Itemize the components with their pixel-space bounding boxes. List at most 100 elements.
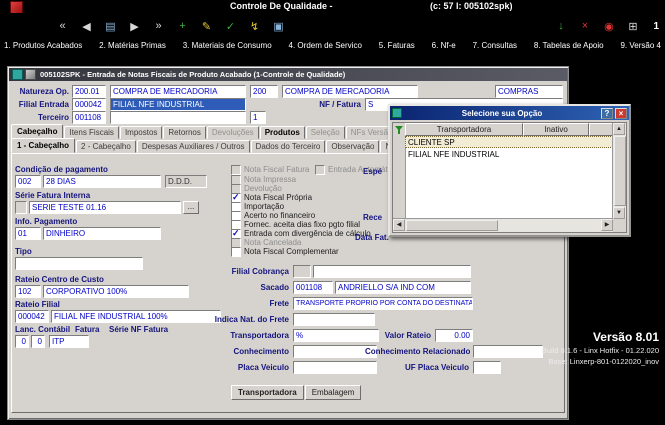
power-icon[interactable]: ◉	[598, 17, 619, 36]
transportadora-field[interactable]: %	[293, 329, 379, 342]
subtab-despesas[interactable]: Despesas Auxiliares / Outros	[137, 140, 250, 153]
first-record-icon[interactable]: «	[52, 17, 73, 36]
vertical-scrollbar[interactable]: ▲ ▼	[612, 123, 626, 219]
serie-fatura-field[interactable]: SERIE TESTE 01.16	[29, 201, 181, 214]
print-icon[interactable]: ▤	[100, 17, 121, 36]
sacado-code-field[interactable]: 001108	[293, 281, 333, 294]
fatura-field[interactable]: 0	[31, 335, 45, 348]
menu-faturas[interactable]: 5. Faturas	[379, 39, 415, 52]
checkbox-box[interactable]	[231, 247, 241, 257]
filial-cobranca-desc-field[interactable]	[313, 265, 471, 278]
tab-devolucoes[interactable]: Devoluções	[207, 126, 259, 139]
frete-field[interactable]: TRANSPORTE PROPRIO POR CONTA DO DESTINAT…	[293, 297, 473, 310]
conhecimento-relacionado-field[interactable]	[473, 345, 543, 358]
terceiro-desc-field[interactable]	[110, 111, 246, 124]
placa-veiculo-field[interactable]	[293, 361, 377, 374]
column-header-transportadora[interactable]: Transportadora	[405, 123, 523, 136]
checkbox-box[interactable]	[315, 165, 325, 175]
scroll-right-icon[interactable]: ▶	[601, 219, 613, 231]
indica-nat-frete-field[interactable]	[293, 313, 375, 326]
prev-record-icon[interactable]: ◀	[76, 17, 97, 36]
rateio-cc-code-field[interactable]: 102	[15, 285, 41, 298]
bottom-tab-transportadora[interactable]: Transportadora	[231, 385, 304, 400]
menu-materiais-consumo[interactable]: 3. Materiais de Consumo	[183, 39, 272, 52]
checkbox-nota-fiscal-complementar[interactable]: Nota Fiscal Complementar	[231, 247, 339, 256]
info-pagamento-desc-field[interactable]: DINHEIRO	[43, 227, 161, 240]
filial-entrada-code-field[interactable]: 000042	[72, 98, 106, 111]
menu-versao4[interactable]: 9. Versão 4	[620, 39, 660, 52]
filial-cobranca-code-field[interactable]	[293, 265, 311, 278]
serie-fatura-code-field[interactable]	[15, 201, 27, 214]
scroll-up-icon[interactable]: ▲	[613, 123, 625, 135]
add-icon[interactable]: +	[172, 17, 193, 36]
subtab-1-cabecalho[interactable]: 1 - Cabeçalho	[11, 138, 75, 153]
info-pagamento-code-field[interactable]: 01	[15, 227, 41, 240]
condicao-pagamento-desc-field[interactable]: 28 DIAS	[43, 175, 161, 188]
terceiro-seq-field[interactable]: 1	[250, 111, 266, 124]
menu-materias-primas[interactable]: 2. Matérias Primas	[99, 39, 166, 52]
natureza-op-desc2-field[interactable]: COMPRA DE MERCADORIA	[282, 85, 418, 98]
tab-impostos[interactable]: Impostos	[120, 126, 162, 139]
scroll-left-icon[interactable]: ◀	[393, 219, 405, 231]
tipo-field[interactable]	[15, 257, 143, 270]
checkbox-box[interactable]	[231, 165, 241, 175]
checkbox-nota-fiscal-fatura[interactable]: Nota Fiscal Fatura	[231, 165, 309, 174]
natureza-op-desc-field[interactable]: COMPRA DE MERCADORIA	[110, 85, 246, 98]
checkbox-entrada-automatica[interactable]: Entrada Automática	[315, 165, 398, 174]
natureza-op-code2-field[interactable]: 200	[250, 85, 278, 98]
menu-consultas[interactable]: 7. Consultas	[473, 39, 517, 52]
checkbox-fornec-dias-fixo[interactable]: Fornec. aceita dias fixo pgto filial	[231, 220, 360, 229]
sacado-desc-field[interactable]: ANDRIELLO S/A IND COM	[335, 281, 471, 294]
tab-cabecalho[interactable]: Cabeçalho	[11, 124, 63, 139]
natureza-op-code-field[interactable]: 200.01	[72, 85, 106, 98]
menu-tabelas-apoio[interactable]: 8. Tabelas de Apoio	[534, 39, 604, 52]
tab-retornos[interactable]: Retornos	[163, 126, 205, 139]
serie-fatura-browse-button[interactable]: ...	[183, 201, 199, 214]
filial-entrada-desc-field[interactable]: FILIAL NFE INDUSTRIAL	[110, 98, 246, 111]
uf-placa-field[interactable]	[473, 361, 501, 374]
lanc-contabil-field[interactable]: 0	[15, 335, 29, 348]
scroll-down-icon[interactable]: ▼	[613, 207, 625, 219]
popup-titlebar[interactable]: Selecione sua Opção ? ×	[390, 106, 629, 120]
subtab-observacao[interactable]: Observação	[326, 140, 379, 153]
checkbox-nota-cancelada[interactable]: Nota Cancelada	[231, 238, 301, 247]
edit-icon[interactable]: ✎	[196, 17, 217, 36]
terceiro-code-field[interactable]: 001108	[72, 111, 106, 124]
rateio-cc-desc-field[interactable]: CORPORATIVO 100%	[43, 285, 189, 298]
valor-rateio-field[interactable]: 0.00	[435, 329, 473, 342]
tools-icon[interactable]: ▣	[268, 17, 289, 36]
menu-nfe[interactable]: 6. Nf-e	[432, 39, 456, 52]
help-button[interactable]: ?	[601, 108, 613, 119]
rateio-filial-desc-field[interactable]: FILIAL NFE INDUSTRIAL 100%	[51, 310, 221, 323]
next-record-icon[interactable]: ▶	[124, 17, 145, 36]
menu-ordem-servico[interactable]: 4. Ordem de Servico	[289, 39, 362, 52]
last-record-icon[interactable]: »	[148, 17, 169, 36]
column-header-inativo[interactable]: Inativo	[523, 123, 589, 136]
vertical-scroll-thumb[interactable]	[614, 136, 626, 206]
export-icon[interactable]: ↓	[550, 17, 571, 36]
rateio-filial-code-field[interactable]: 000042	[15, 310, 49, 323]
ddd-field[interactable]: D.D.D.	[165, 175, 207, 188]
close-icon[interactable]: ×	[615, 108, 627, 119]
checkbox-divergencia-calculo[interactable]: Entrada com divergência de cálculo	[231, 229, 371, 238]
checkbox-nota-fiscal-propria[interactable]: Nota Fiscal Própria	[231, 193, 312, 202]
filter-funnel-icon[interactable]	[395, 126, 403, 134]
menu-produtos-acabados[interactable]: 1. Produtos Acabados	[4, 39, 82, 52]
checkbox-acerto-financeiro[interactable]: Acerto no financeiro	[231, 211, 315, 220]
bottom-tab-embalagem[interactable]: Embalagem	[305, 385, 362, 400]
serie-nf-fatura-field[interactable]: ITP	[49, 335, 89, 348]
horizontal-scroll-thumb[interactable]	[406, 220, 498, 231]
cancel-icon[interactable]: ×	[574, 17, 595, 36]
lightning-icon[interactable]: ↯	[244, 17, 265, 36]
grid-row-filial-nfe-industrial[interactable]: FILIAL NFE INDUSTRIAL	[405, 148, 615, 160]
natureza-op-tipo-field[interactable]: COMPRAS	[495, 85, 563, 98]
tab-selecao[interactable]: Seleção	[306, 126, 345, 139]
subtab-2-cabecalho[interactable]: 2 - Cabeçalho	[76, 140, 136, 153]
window-titlebar[interactable]: 005102SPK - Entrada de Notas Fiscais de …	[9, 68, 567, 81]
windows-grid-icon[interactable]: ⊞	[622, 17, 643, 36]
confirm-icon[interactable]: ✓	[220, 17, 241, 36]
grid-row-cliente-sp[interactable]: CLIENTE SP	[405, 136, 615, 148]
subtab-dados-terceiro[interactable]: Dados do Terceiro	[251, 140, 326, 153]
tab-produtos[interactable]: Produtos	[260, 126, 305, 139]
condicao-pagamento-code-field[interactable]: 002	[15, 175, 41, 188]
